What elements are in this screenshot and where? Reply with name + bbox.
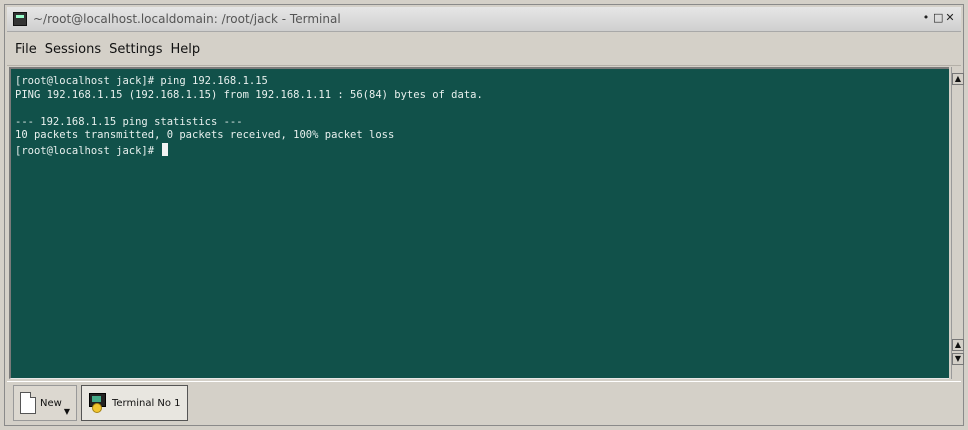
session-tab-bar: New ▼ Terminal No 1 — [7, 381, 961, 424]
scroll-down-icon[interactable]: ▼ — [952, 353, 964, 365]
terminal-line: PING 192.168.1.15 (192.168.1.15) from 19… — [15, 88, 483, 101]
terminal-prompt-line[interactable]: [root@localhost jack]# — [15, 142, 949, 157]
window-controls: • □ ✕ — [921, 11, 955, 25]
terminal-app-icon[interactable] — [13, 12, 27, 26]
menu-settings[interactable]: Settings — [109, 42, 162, 57]
maximize-button[interactable]: □ — [933, 11, 943, 25]
window-title: ~/root@localhost.localdomain: /root/jack… — [33, 12, 341, 26]
terminal-output[interactable]: [root@localhost jack]# ping 192.168.1.15… — [9, 67, 949, 379]
terminal-session-icon — [88, 392, 108, 414]
new-session-button[interactable]: New ▼ — [13, 385, 77, 421]
terminal-window: ~/root@localhost.localdomain: /root/jack… — [4, 4, 964, 426]
new-session-label: New — [40, 397, 62, 409]
terminal-line: --- 192.168.1.15 ping statistics --- — [15, 115, 243, 128]
menu-sessions[interactable]: Sessions — [45, 42, 101, 57]
vertical-scrollbar[interactable]: ▲ ▲ ▼ — [951, 67, 964, 379]
menu-help[interactable]: Help — [170, 42, 200, 57]
menu-bar: File Sessions Settings Help — [7, 33, 961, 66]
scroll-up-icon[interactable]: ▲ — [952, 73, 964, 85]
terminal-line: 10 packets transmitted, 0 packets receiv… — [15, 129, 395, 141]
new-document-icon — [20, 392, 36, 414]
minimize-button[interactable]: • — [921, 11, 931, 25]
title-bar[interactable]: ~/root@localhost.localdomain: /root/jack… — [7, 7, 961, 32]
terminal-prompt: [root@localhost jack]# — [15, 144, 161, 157]
chevron-down-icon[interactable]: ▼ — [64, 407, 70, 416]
close-button[interactable]: ✕ — [945, 11, 955, 25]
menu-file[interactable]: File — [15, 42, 37, 57]
scroll-up-icon[interactable]: ▲ — [952, 339, 964, 351]
tab-terminal-1[interactable]: Terminal No 1 — [80, 385, 188, 421]
text-cursor — [162, 142, 169, 156]
terminal-line: [root@localhost jack]# ping 192.168.1.15 — [15, 75, 268, 87]
tab-terminal-1-label: Terminal No 1 — [111, 397, 181, 409]
